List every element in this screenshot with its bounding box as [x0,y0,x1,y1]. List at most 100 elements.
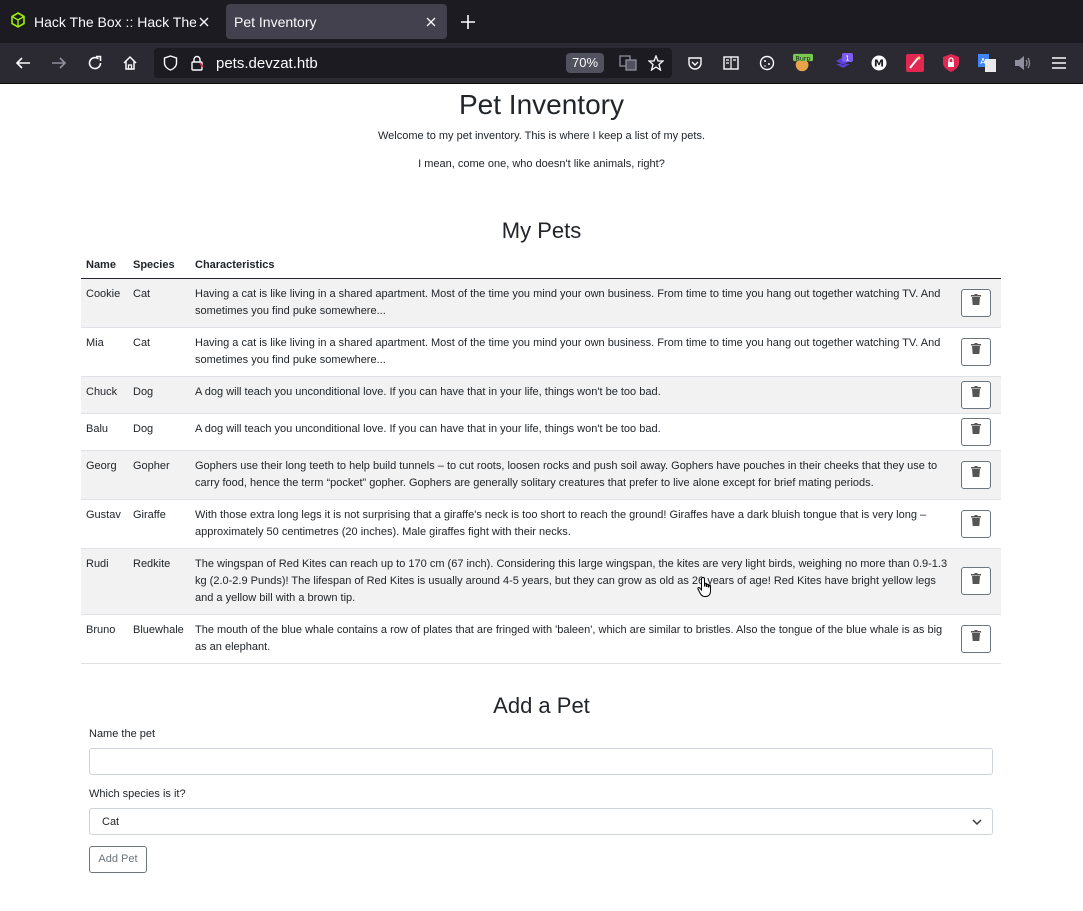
tab-bar: Hack The Box :: Hack The Pet Inventory [0,0,1083,43]
pet-name: Rudi [81,547,128,614]
table-header-row: Name Species Characteristics [81,255,1001,279]
pet-characteristics: A dog will teach you unconditional love.… [190,412,957,450]
translate-page-icon[interactable] [619,54,637,72]
extension-badge: 1 [845,55,849,63]
speaker-icon[interactable] [1013,53,1033,73]
trash-icon [971,386,981,403]
table-row: Chuck Dog A dog will teach you unconditi… [81,375,1001,413]
zoom-level[interactable]: 70% [566,53,605,73]
reader-icon[interactable] [721,53,741,73]
delete-pet-button[interactable] [961,460,991,489]
pet-name: Mia [81,326,128,376]
column-header-name: Name [81,255,128,279]
pet-name: Chuck [81,375,128,413]
pet-characteristics: The mouth of the blue whale contains a r… [190,613,957,664]
table-row: Georg Gopher Gophers use their long teet… [81,449,1001,499]
trash-icon [971,515,981,532]
forward-button[interactable] [45,49,73,77]
tab-title: Pet Inventory [234,13,317,30]
intro-text-2: I mean, come one, who doesn't like anima… [418,158,665,170]
delete-pet-button[interactable] [961,417,991,446]
pet-characteristics: Having a cat is like living in a shared … [190,326,957,376]
wappalyzer-icon[interactable] [905,53,925,73]
bookmark-star-icon[interactable] [647,54,665,72]
ublock-icon[interactable] [941,53,961,73]
tab-title: Hack The Box :: Hack The [34,13,196,30]
home-button[interactable] [116,49,144,77]
url-text: pets.devzat.htb [216,55,318,72]
pet-characteristics: Gophers use their long teeth to help bui… [190,449,957,499]
reload-button[interactable] [81,49,109,77]
pet-species: Gopher [128,449,190,499]
add-pet-heading: Add a Pet [493,693,590,718]
pet-species: Cat [128,326,190,376]
pet-characteristics: With those extra long legs it is not sur… [190,498,957,548]
trash-icon [971,294,981,311]
trash-icon [971,572,981,590]
burp-icon[interactable]: Burp [793,53,813,73]
species-label: Which species is it? [89,788,186,800]
table-row: Rudi Redkite The wingspan of Red Kites c… [81,547,1001,614]
column-header-species: Species [128,255,190,279]
close-icon[interactable] [196,14,212,30]
extension-1-icon[interactable]: 1 [833,53,853,73]
delete-pet-button[interactable] [961,567,991,595]
pet-species: Bluewhale [128,613,190,664]
pets-table: Name Species Characteristics Cookie Cat … [81,255,1001,664]
new-tab-button[interactable] [455,9,481,35]
intro-text: Welcome to my pet inventory. This is whe… [377,130,706,142]
tab-hackthebox[interactable]: Hack The Box :: Hack The [2,4,220,39]
pet-name: Gustav [81,498,128,548]
pet-species: Dog [128,375,190,413]
table-row: Bruno Bluewhale The mouth of the blue wh… [81,613,1001,664]
chevron-down-icon [972,817,982,829]
pocket-icon[interactable] [685,53,705,73]
trash-icon [971,466,981,483]
trash-icon [971,343,981,360]
trash-icon [971,423,981,440]
pet-name: Cookie [81,277,128,327]
delete-pet-button[interactable] [961,624,991,653]
m-icon[interactable]: M [869,53,889,73]
pet-name-input[interactable] [89,748,993,775]
pet-name: Balu [81,412,128,450]
pet-species: Dog [128,412,190,450]
translate-icon[interactable]: A [977,53,997,73]
page-content: Pet Inventory Welcome to my pet inventor… [0,85,1083,911]
cookie-icon[interactable] [757,53,777,73]
delete-pet-button[interactable] [961,509,991,538]
trash-icon [971,630,981,647]
svg-text:M: M [874,59,884,70]
svg-text:A: A [980,57,986,66]
address-bar[interactable]: pets.devzat.htb 70% [154,48,672,78]
table-row: Mia Cat Having a cat is like living in a… [81,326,1001,376]
pet-characteristics: The wingspan of Red Kites can reach up t… [190,547,957,614]
shield-icon[interactable] [161,54,179,72]
lock-icon[interactable] [188,54,206,72]
species-select[interactable]: Cat [89,808,993,835]
my-pets-heading: My Pets [501,218,582,243]
navigation-toolbar: pets.devzat.htb 70% Burp 1 M A [0,43,1083,84]
pet-species: Redkite [128,547,190,614]
pet-characteristics: Having a cat is like living in a shared … [190,277,957,327]
pet-species: Giraffe [128,498,190,548]
page-title: Pet Inventory [459,89,624,120]
close-icon[interactable] [423,14,439,30]
burp-badge: Burp [795,55,810,62]
pet-characteristics: A dog will teach you unconditional love.… [190,375,957,413]
column-header-characteristics: Characteristics [190,255,957,279]
table-row: Balu Dog A dog will teach you unconditio… [81,412,1001,450]
table-row: Gustav Giraffe With those extra long leg… [81,498,1001,548]
column-header-actions [957,255,1001,279]
species-selected-value: Cat [102,816,120,828]
back-button[interactable] [9,49,37,77]
add-pet-button[interactable]: Add Pet [89,846,147,873]
delete-pet-button[interactable] [961,380,991,409]
delete-pet-button[interactable] [961,337,991,366]
tab-pet-inventory[interactable]: Pet Inventory [226,4,447,39]
table-row: Cookie Cat Having a cat is like living i… [81,277,1001,327]
htb-cube-icon [10,12,26,31]
menu-icon[interactable] [1049,53,1069,73]
pet-species: Cat [128,277,190,327]
delete-pet-button[interactable] [961,288,991,317]
